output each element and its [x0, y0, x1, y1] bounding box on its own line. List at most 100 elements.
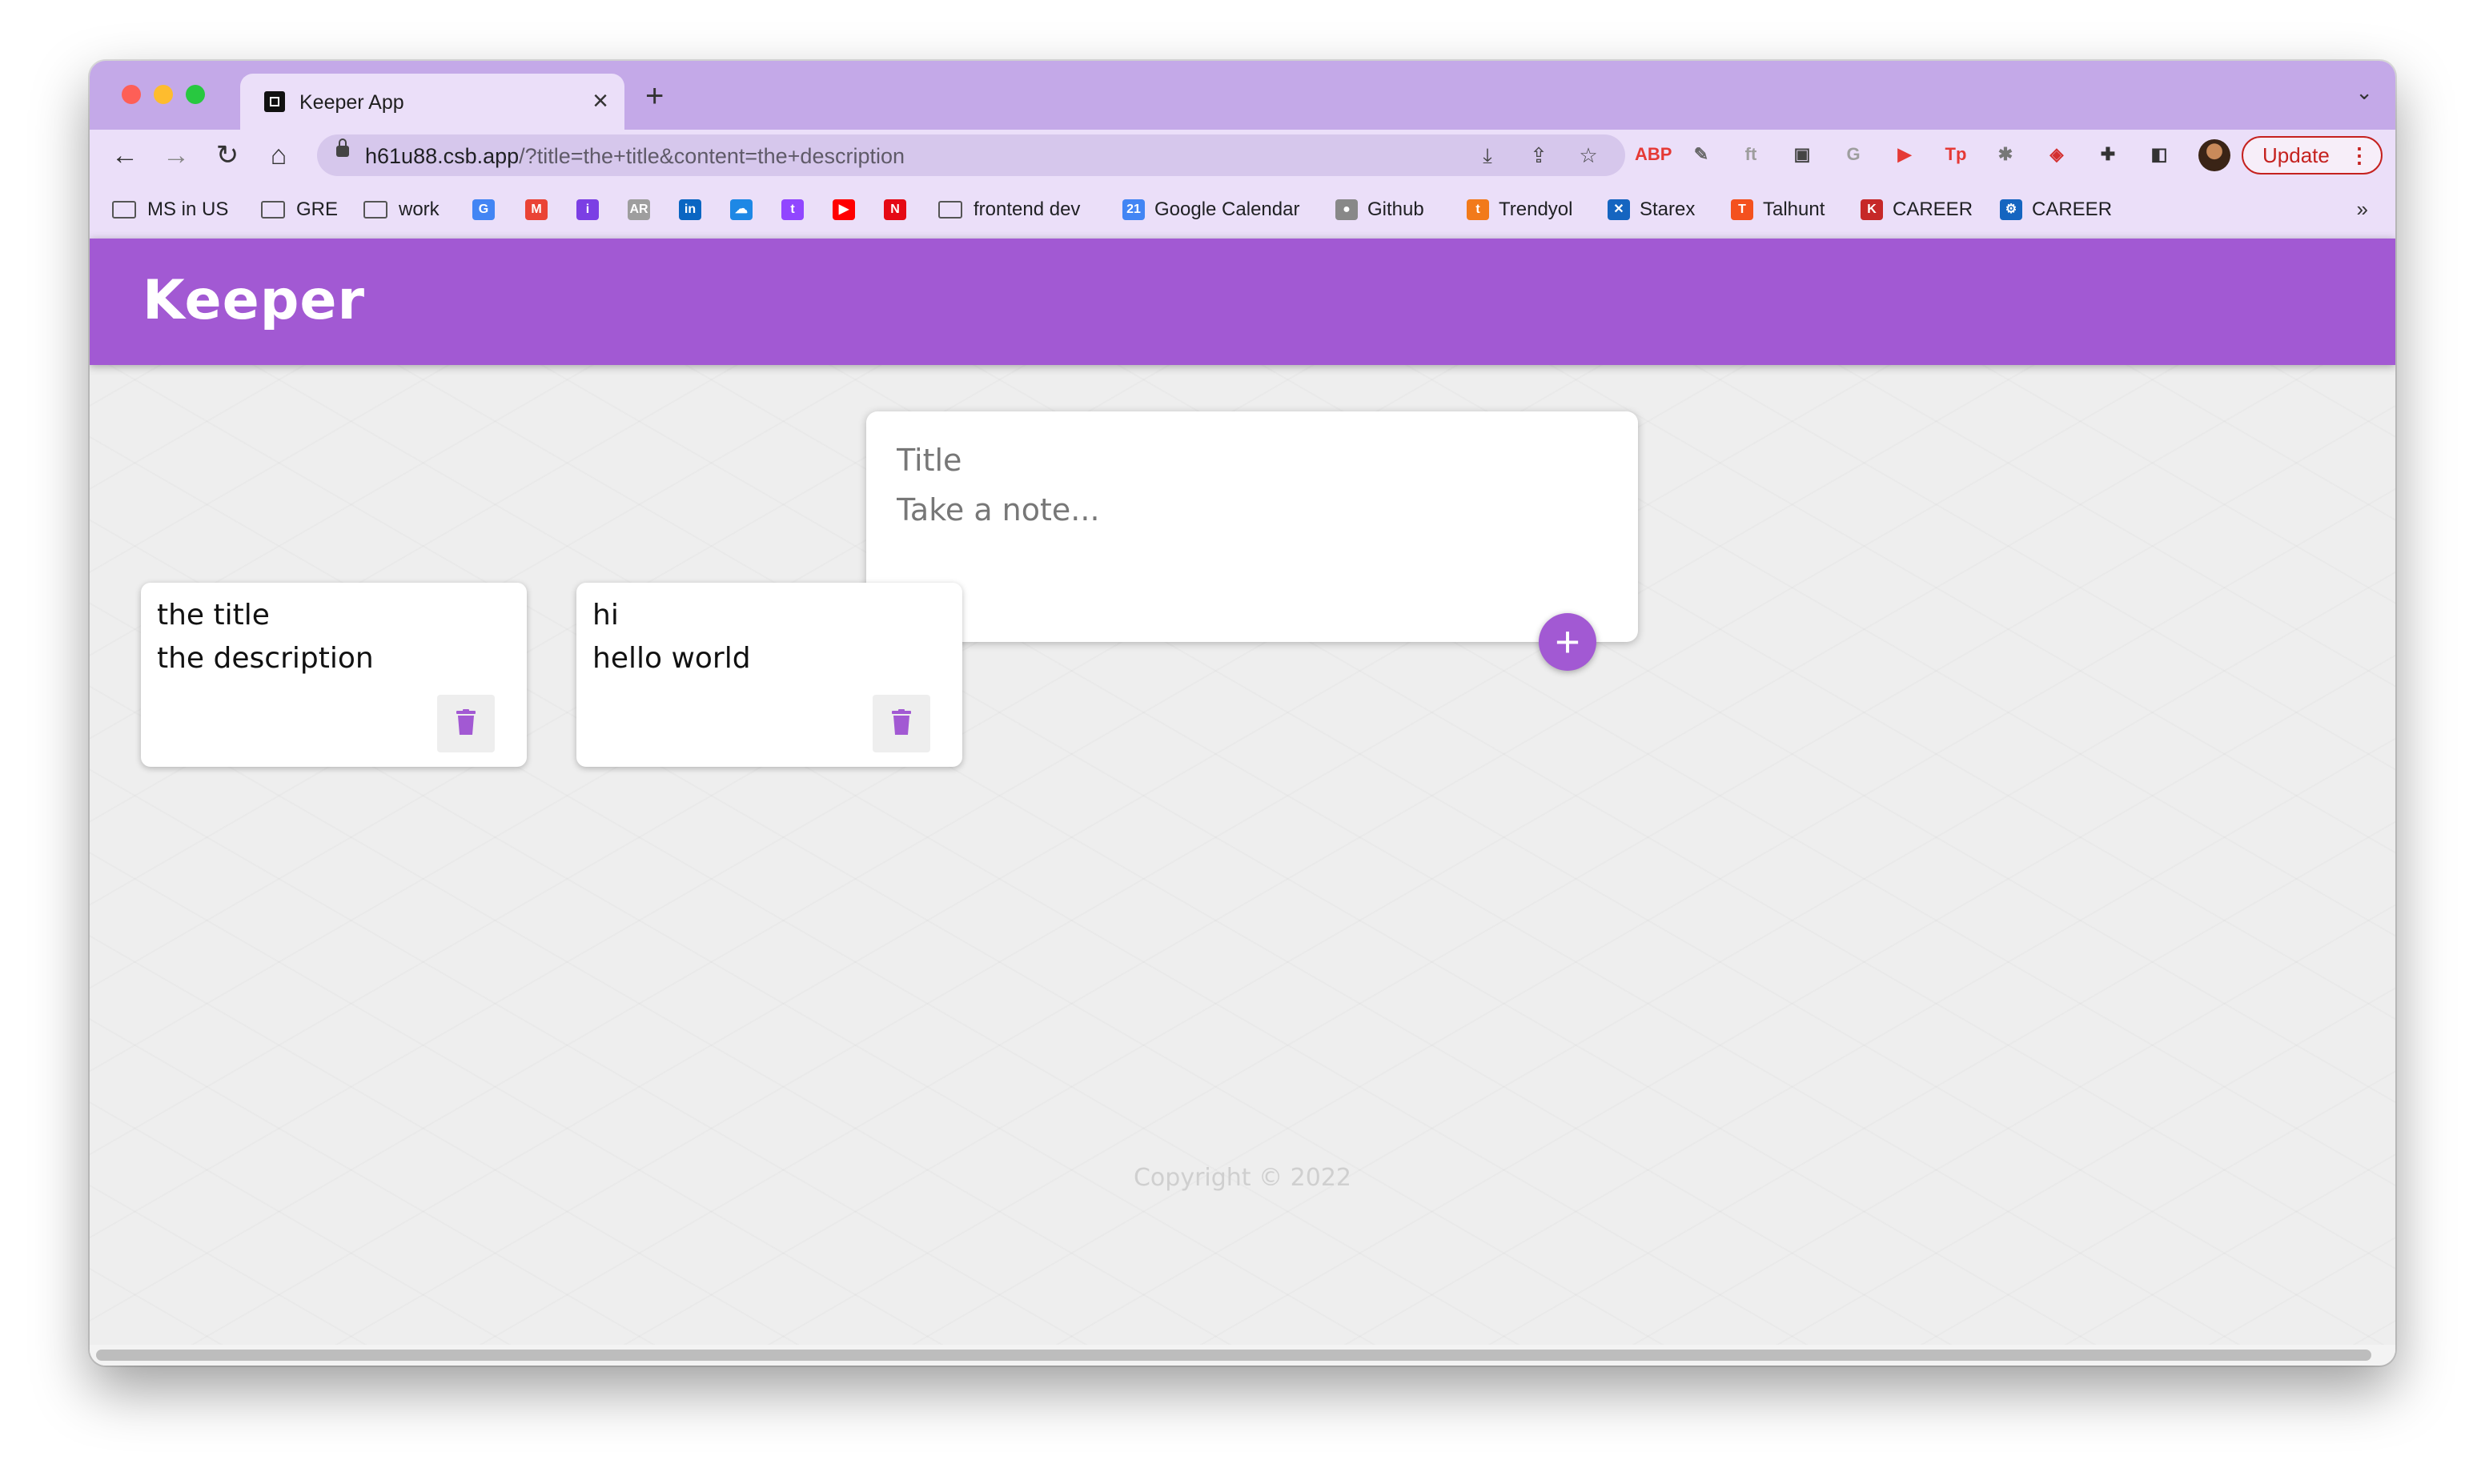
tab-keeper-app[interactable]: Keeper App × — [240, 74, 624, 130]
bookmark-label: frontend dev — [974, 199, 1081, 220]
bookmark-item[interactable]: t Trendyol — [1467, 197, 1572, 223]
app-title: Keeper — [143, 269, 366, 332]
tab-list-chevron-icon[interactable]: ⌄ — [2355, 80, 2373, 105]
bookmark-item[interactable]: G — [472, 197, 504, 223]
bookmark-item[interactable]: ▶ — [833, 197, 865, 223]
horizontal-scrollbar[interactable] — [90, 1345, 2395, 1366]
more-bookmarks-icon[interactable]: » — [2357, 197, 2368, 222]
bookmark-favicon-icon: ▶ — [833, 199, 855, 220]
delete-note-button[interactable] — [437, 695, 495, 752]
note-card: the title the description — [141, 583, 527, 767]
note-title-input[interactable] — [897, 440, 1601, 480]
note-content: the description — [157, 642, 374, 675]
add-note-button[interactable]: + — [1539, 613, 1596, 671]
bookmark-item[interactable]: T Talhunt — [1731, 197, 1825, 223]
bookmark-favicon-icon: ⚙ — [2000, 199, 2022, 220]
tp-icon[interactable]: Tp — [1942, 141, 1969, 168]
bookmark-item[interactable]: i — [576, 197, 608, 223]
bookmark-label: Trendyol — [1499, 199, 1573, 220]
delete-note-button[interactable] — [873, 695, 930, 752]
bookmark-favicon-icon: t — [781, 199, 804, 220]
bookmark-favicon-icon: ✕ — [1608, 199, 1630, 220]
bookmark-item[interactable]: ☁ — [730, 197, 762, 223]
tab-close-icon[interactable]: × — [592, 85, 608, 117]
share-icon[interactable]: ⇪ — [1526, 142, 1552, 168]
lock-icon[interactable] — [336, 138, 349, 157]
note-card: hi hello world — [576, 583, 962, 767]
folder-icon — [363, 201, 387, 219]
bookmark-label: GRE — [296, 199, 339, 220]
bookmark-label: work — [399, 199, 440, 220]
install-app-icon[interactable]: ⤓ — [1475, 142, 1500, 168]
picture-in-picture-icon[interactable]: ▣ — [1788, 141, 1816, 168]
reload-button[interactable]: ↻ — [208, 136, 247, 174]
update-button[interactable]: Update ⋮ — [2242, 136, 2383, 174]
bookmark-label: MS in US — [147, 199, 229, 220]
tab-strip: Keeper App × + ⌄ — [90, 61, 2395, 130]
bookmark-favicon-icon: in — [679, 199, 701, 220]
trash-icon — [456, 709, 476, 735]
bookmark-item[interactable]: 21 Google Calendar — [1122, 197, 1299, 223]
url-text[interactable]: h61u88.csb.app/?title=the+title&content=… — [365, 144, 905, 169]
bookmark-item[interactable]: K CAREER — [1861, 197, 1973, 223]
bookmark-favicon-icon: T — [1731, 199, 1753, 220]
bookmark-item[interactable]: ✕ Starex — [1608, 197, 1695, 223]
eyedropper-icon[interactable]: ✎ — [1688, 141, 1715, 168]
puzzle-icon[interactable]: ✚ — [2094, 141, 2122, 168]
bookmark-folder[interactable]: frontend dev — [938, 197, 1080, 223]
footer-copyright: Copyright © 2022 — [1133, 1164, 1351, 1192]
note-title: hi — [592, 599, 619, 632]
home-button[interactable]: ⌂ — [259, 136, 298, 174]
bookmark-label: Github — [1367, 199, 1424, 220]
bookmark-favicon-icon: t — [1467, 199, 1489, 220]
bookmark-label: CAREER — [1893, 199, 1973, 220]
tab-title: Keeper App — [299, 91, 404, 114]
browser-menu-icon[interactable]: ⋮ — [2349, 138, 2370, 173]
bookmark-folder[interactable]: GRE — [261, 197, 338, 223]
minimize-window-button[interactable] — [154, 85, 173, 104]
bookmark-favicon-icon: i — [576, 199, 599, 220]
bookmark-item[interactable]: t — [781, 197, 813, 223]
bookmark-item[interactable]: N — [884, 197, 916, 223]
bookmark-favicon-icon: 21 — [1122, 199, 1145, 220]
bookmark-item[interactable]: in — [679, 197, 711, 223]
bookmark-item[interactable]: ● Github — [1335, 197, 1424, 223]
back-button[interactable]: ← — [106, 136, 144, 174]
new-tab-button[interactable]: + — [645, 78, 664, 114]
bookmark-label: Talhunt — [1763, 199, 1825, 220]
trash-icon — [892, 709, 911, 735]
maximize-window-button[interactable] — [186, 85, 205, 104]
create-note-form — [866, 411, 1638, 642]
scrollbar-thumb[interactable] — [96, 1350, 2371, 1361]
youtube-ext-icon[interactable]: ▶ — [1891, 141, 1918, 168]
red-square-icon[interactable]: ◈ — [2043, 141, 2070, 168]
forward-button[interactable]: → — [157, 136, 195, 174]
folder-icon — [261, 201, 285, 219]
page-viewport: Keeper + the title the description hi he… — [90, 239, 2395, 1353]
font-icon[interactable]: ft — [1737, 141, 1764, 168]
bug-icon[interactable]: ✱ — [1992, 141, 2019, 168]
browser-window: Keeper App × + ⌄ ← → ↻ ⌂ h61u88.csb.app/… — [90, 61, 2395, 1366]
bookmark-label: Starex — [1640, 199, 1696, 220]
note-content: hello world — [592, 642, 751, 675]
bookmark-folder[interactable]: work — [363, 197, 440, 223]
bookmark-favicon-icon: ● — [1335, 199, 1358, 220]
adblock-icon[interactable]: ABP — [1635, 141, 1672, 168]
app-header: Keeper — [90, 239, 2395, 365]
codesandbox-favicon-icon — [264, 91, 285, 112]
grammarly-icon[interactable]: G — [1840, 141, 1867, 168]
update-label: Update — [2262, 143, 2330, 167]
bookmark-item[interactable]: M — [525, 197, 557, 223]
bookmark-label: Google Calendar — [1154, 199, 1300, 220]
bookmark-folder[interactable]: MS in US — [112, 197, 228, 223]
bookmark-label: CAREER — [2032, 199, 2113, 220]
bookmark-item[interactable]: AR — [628, 197, 660, 223]
bookmark-item[interactable]: ⚙ CAREER — [2000, 197, 2112, 223]
side-panel-icon[interactable]: ◧ — [2146, 141, 2173, 168]
address-bar[interactable]: h61u88.csb.app/?title=the+title&content=… — [317, 134, 1625, 176]
bookmark-star-icon[interactable]: ☆ — [1576, 142, 1601, 168]
close-window-button[interactable] — [122, 85, 141, 104]
folder-icon — [938, 201, 962, 219]
note-content-input[interactable] — [897, 490, 1601, 618]
profile-avatar[interactable] — [2198, 139, 2230, 171]
